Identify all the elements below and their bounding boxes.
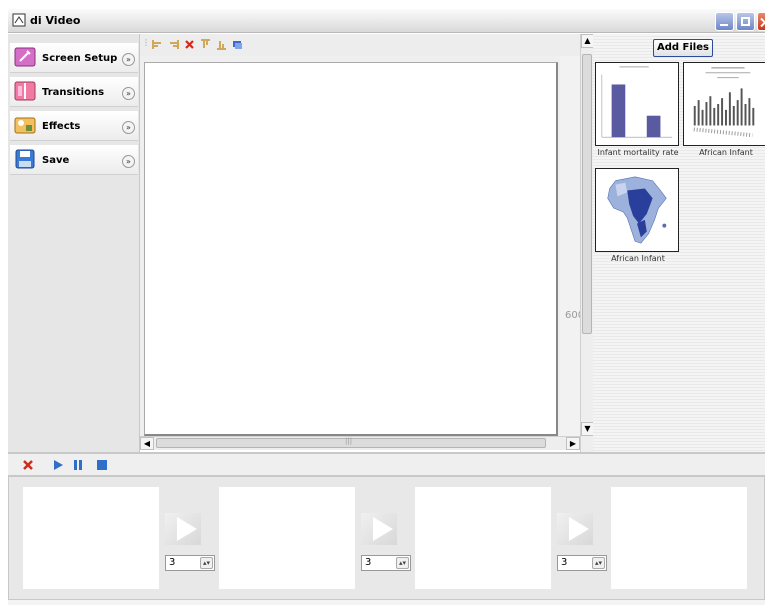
spinner-icon[interactable]: ▴▾: [200, 557, 213, 569]
duration-stepper[interactable]: 3 ▴▾: [165, 555, 215, 571]
align-right-icon[interactable]: [168, 39, 179, 50]
bar-chart-thumbnail: [595, 62, 679, 146]
layer-icon[interactable]: [232, 39, 243, 50]
slide-canvas[interactable]: [144, 62, 558, 436]
sidebar-item-label: Save: [42, 155, 70, 166]
sidebar-item-label: Effects: [42, 121, 81, 132]
file-caption: African Infant: [699, 148, 753, 157]
screen-setup-icon: [14, 47, 36, 67]
maximize-button[interactable]: [736, 12, 755, 31]
close-button[interactable]: [757, 12, 765, 31]
timeline-slide[interactable]: [611, 487, 747, 589]
title-bar: di Video: [8, 9, 765, 33]
playback-toolbar: [8, 454, 765, 476]
timeline-slide[interactable]: [219, 487, 355, 589]
chevron-down-icon[interactable]: »: [122, 121, 135, 134]
window-bottom-edge: [8, 600, 765, 605]
window-title: di Video: [30, 14, 81, 27]
sidebar-item-label: Screen Setup: [42, 53, 118, 64]
file-tile[interactable]: African Infant: [683, 62, 765, 162]
editor-canvas-area: [140, 56, 580, 436]
file-tile[interactable]: African Infant: [595, 168, 681, 268]
column-chart-thumbnail: [683, 62, 765, 146]
close-icon: [760, 17, 765, 28]
duration-value[interactable]: 3: [561, 557, 567, 568]
spinner-icon[interactable]: ▴▾: [396, 557, 409, 569]
file-tile[interactable]: Infant mortality rate: [595, 62, 681, 162]
transitions-icon: [14, 81, 36, 101]
map-thumbnail: [595, 168, 679, 252]
transition-icon[interactable]: [361, 513, 397, 545]
chevron-down-icon[interactable]: »: [122, 87, 135, 100]
chevron-down-icon[interactable]: »: [122, 155, 135, 168]
minimize-button[interactable]: [715, 12, 734, 31]
editor-toolbar: ⋮: [140, 34, 580, 56]
file-caption: Infant mortality rate: [597, 148, 679, 157]
sidebar-item-effects[interactable]: Effects »: [10, 111, 138, 141]
canvas-vertical-scrollbar[interactable]: ▲ ▼: [580, 34, 594, 452]
pause-icon[interactable]: [72, 459, 84, 471]
duration-stepper[interactable]: 3 ▴▾: [557, 555, 607, 571]
delete-icon[interactable]: [184, 39, 195, 50]
scroll-right-icon[interactable]: ▶: [566, 437, 580, 450]
slide-timeline: 3 ▴▾ 3 ▴▾ 3 ▴▾: [8, 476, 765, 600]
sidebar-item-save[interactable]: Save »: [10, 145, 138, 175]
scroll-grip-icon: |||: [345, 437, 353, 445]
effects-icon: [14, 117, 36, 134]
chevron-down-icon[interactable]: »: [122, 53, 135, 66]
scroll-left-icon[interactable]: ◀: [140, 437, 154, 450]
transition-icon[interactable]: [165, 513, 201, 545]
vertical-ruler: [560, 56, 580, 436]
align-top-icon[interactable]: [200, 39, 211, 50]
align-bottom-icon[interactable]: [216, 39, 227, 50]
delete-icon[interactable]: [22, 459, 34, 471]
scroll-thumb[interactable]: [582, 54, 592, 334]
timeline-slide[interactable]: [415, 487, 551, 589]
sidebar-item-transitions[interactable]: Transitions »: [10, 77, 138, 107]
app-icon: [12, 13, 26, 27]
spinner-icon[interactable]: ▴▾: [592, 557, 605, 569]
stop-icon[interactable]: [96, 459, 108, 471]
media-library-panel: Add Files Infant mortality rate African …: [593, 34, 765, 454]
duration-value[interactable]: 3: [169, 557, 175, 568]
sidebar-item-screen-setup[interactable]: Screen Setup »: [10, 43, 138, 73]
floppy-disk-icon: [15, 149, 35, 169]
duration-stepper[interactable]: 3 ▴▾: [361, 555, 411, 571]
sidebar-item-label: Transitions: [42, 87, 105, 98]
timeline-slide[interactable]: [23, 487, 159, 589]
align-left-icon[interactable]: [152, 39, 163, 50]
add-files-button[interactable]: Add Files: [653, 39, 713, 57]
tools-sidebar: Screen Setup » Transitions » Effects » S…: [8, 34, 140, 454]
file-caption: African Infant: [611, 254, 665, 263]
duration-value[interactable]: 3: [365, 557, 371, 568]
play-icon[interactable]: [52, 459, 64, 471]
canvas-horizontal-scrollbar[interactable]: ◀ ||| ▶: [140, 436, 580, 450]
transition-icon[interactable]: [557, 513, 593, 545]
